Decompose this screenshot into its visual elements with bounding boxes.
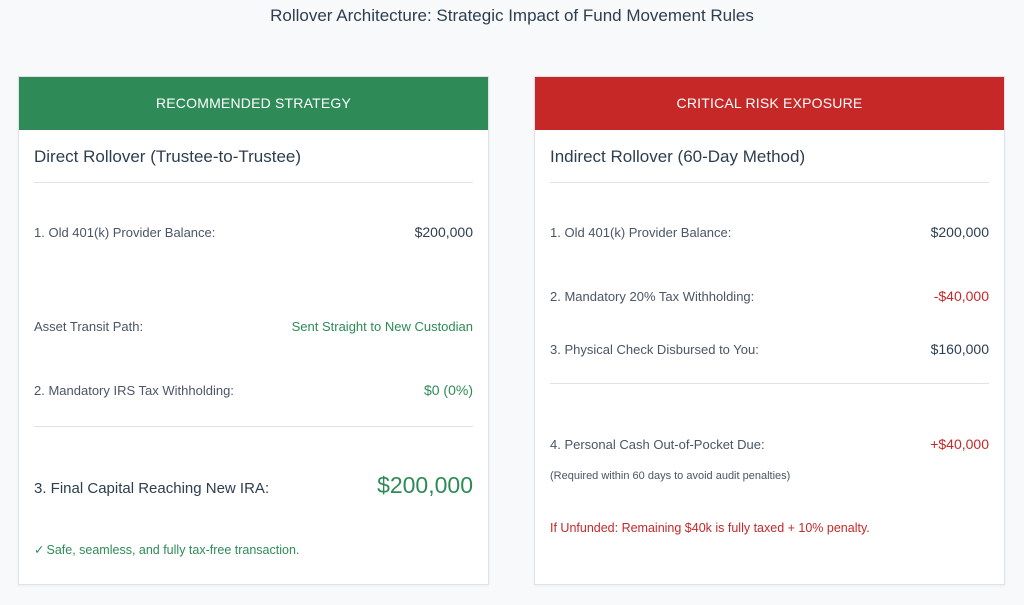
row-value: $200,000 <box>414 224 473 240</box>
row-label: 3. Physical Check Disbursed to You: <box>550 342 759 357</box>
row-value: $0 (0%) <box>423 382 473 398</box>
penalty-warning: If Unfunded: Remaining $40k is fully tax… <box>550 521 870 535</box>
row-value: $200,000 <box>930 224 989 240</box>
row-label: Asset Transit Path: <box>34 319 144 334</box>
row-label: 2. Mandatory IRS Tax Withholding: <box>34 383 234 398</box>
divider <box>34 426 473 427</box>
row-check-disbursed: 3. Physical Check Disbursed to You: $160… <box>550 341 989 357</box>
row-tax-withholding: 2. Mandatory 20% Tax Withholding: -$40,0… <box>550 288 989 304</box>
row-old-balance: 1. Old 401(k) Provider Balance: $200,000 <box>34 224 473 240</box>
critical-risk-header: CRITICAL RISK EXPOSURE <box>535 77 1004 130</box>
row-value: -$40,000 <box>933 288 989 304</box>
card-title: Indirect Rollover (60-Day Method) <box>550 147 806 166</box>
direct-rollover-card: RECOMMENDED STRATEGY Direct Rollover (Tr… <box>18 76 489 585</box>
row-transit-path: Asset Transit Path: Sent Straight to New… <box>34 319 473 334</box>
row-final-capital: 3. Final Capital Reaching New IRA: $200,… <box>34 472 473 499</box>
row-tax-withholding: 2. Mandatory IRS Tax Withholding: $0 (0%… <box>34 382 473 398</box>
page-title: Rollover Architecture: Strategic Impact … <box>270 6 754 25</box>
final-value: $200,000 <box>377 472 473 498</box>
row-label: 1. Old 401(k) Provider Balance: <box>34 225 216 240</box>
card-title: Direct Rollover (Trustee-to-Trustee) <box>34 147 302 166</box>
divider <box>550 182 989 183</box>
row-value: $160,000 <box>930 341 989 357</box>
divider <box>34 182 473 183</box>
check-icon: ✓ <box>34 543 45 557</box>
row-label: 4. Personal Cash Out-of-Pocket Due: <box>550 437 765 452</box>
row-cash-out-of-pocket: 4. Personal Cash Out-of-Pocket Due: +$40… <box>550 436 989 452</box>
row-old-balance: 1. Old 401(k) Provider Balance: $200,000 <box>550 224 989 240</box>
success-note: ✓ Safe, seamless, and fully tax-free tran… <box>34 542 299 557</box>
deadline-note: (Required within 60 days to avoid audit … <box>550 470 791 482</box>
indirect-rollover-card: CRITICAL RISK EXPOSURE Indirect Rollover… <box>534 76 1005 585</box>
row-label: 3. Final Capital Reaching New IRA: <box>34 480 270 497</box>
row-label: 1. Old 401(k) Provider Balance: <box>550 225 732 240</box>
row-value: Sent Straight to New Custodian <box>291 319 473 334</box>
row-value: +$40,000 <box>930 436 989 452</box>
divider <box>550 383 989 384</box>
note-text: Safe, seamless, and fully tax-free trans… <box>46 543 300 557</box>
recommended-strategy-header: RECOMMENDED STRATEGY <box>19 77 488 130</box>
row-label: 2. Mandatory 20% Tax Withholding: <box>550 289 755 304</box>
